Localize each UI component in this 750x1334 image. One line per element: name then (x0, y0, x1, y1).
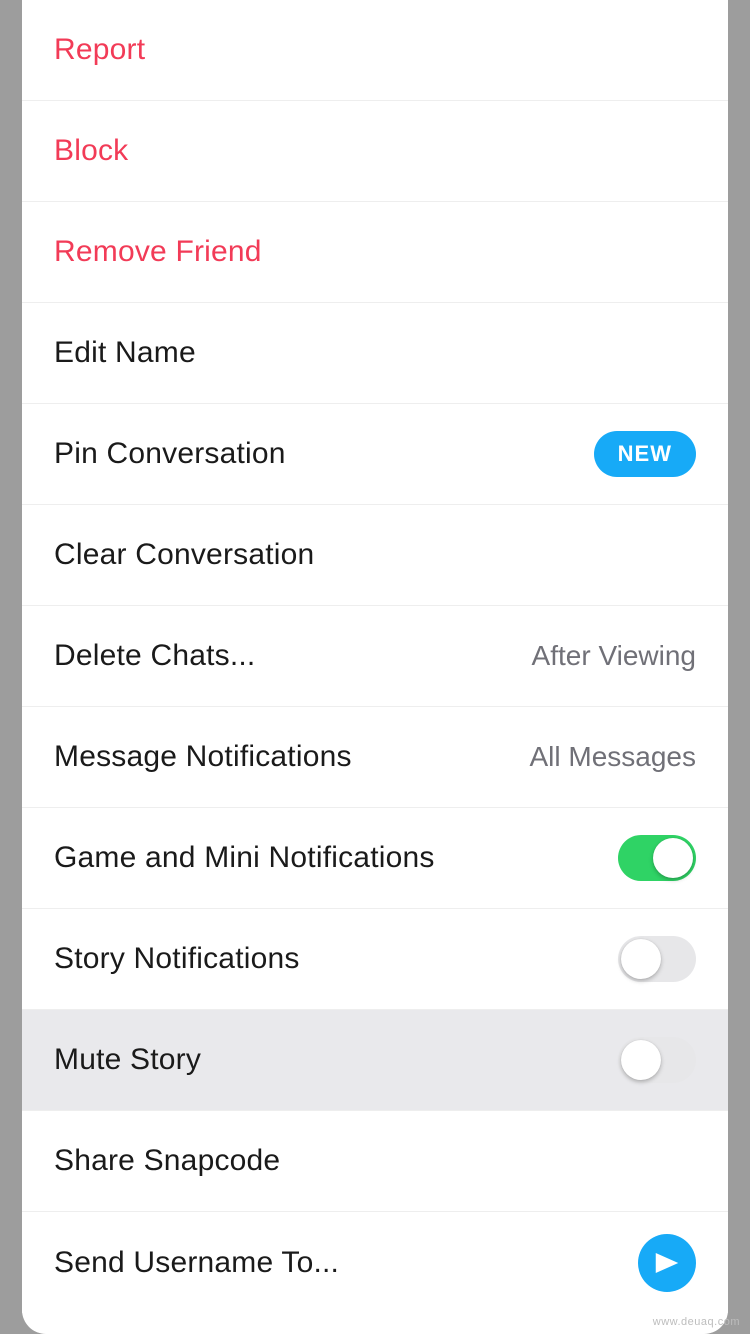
menu-label: Send Username To... (54, 1246, 339, 1280)
toggle-knob (653, 838, 693, 878)
menu-label: Delete Chats... (54, 639, 255, 673)
send-button[interactable] (638, 1234, 696, 1292)
menu-item-remove-friend[interactable]: Remove Friend (22, 202, 728, 303)
menu-value: After Viewing (532, 640, 696, 672)
toggle-knob (621, 1040, 661, 1080)
menu-label: Pin Conversation (54, 437, 286, 471)
menu-label: Game and Mini Notifications (54, 841, 435, 875)
toggle-story-notifications[interactable] (618, 936, 696, 982)
menu-label: Edit Name (54, 336, 196, 370)
menu-item-edit-name[interactable]: Edit Name (22, 303, 728, 404)
send-icon (652, 1248, 682, 1278)
menu-item-story-notifications: Story Notifications (22, 909, 728, 1010)
action-sheet: Report Block Remove Friend Edit Name Pin… (22, 0, 728, 1334)
menu-item-send-username[interactable]: Send Username To... (22, 1212, 728, 1313)
menu-label: Share Snapcode (54, 1144, 280, 1178)
toggle-mute-story[interactable] (618, 1037, 696, 1083)
menu-item-game-mini-notifications: Game and Mini Notifications (22, 808, 728, 909)
menu-value: All Messages (529, 741, 696, 773)
menu-item-pin-conversation[interactable]: Pin Conversation NEW (22, 404, 728, 505)
toggle-game-mini-notifications[interactable] (618, 835, 696, 881)
menu-label: Block (54, 134, 128, 168)
menu-item-block[interactable]: Block (22, 101, 728, 202)
menu-label: Mute Story (54, 1043, 201, 1077)
menu-item-share-snapcode[interactable]: Share Snapcode (22, 1111, 728, 1212)
menu-item-message-notifications[interactable]: Message Notifications All Messages (22, 707, 728, 808)
menu-label: Remove Friend (54, 235, 262, 269)
menu-item-clear-conversation[interactable]: Clear Conversation (22, 505, 728, 606)
menu-item-delete-chats[interactable]: Delete Chats... After Viewing (22, 606, 728, 707)
toggle-knob (621, 939, 661, 979)
menu-item-report[interactable]: Report (22, 0, 728, 101)
menu-item-mute-story: Mute Story (22, 1010, 728, 1111)
menu-label: Report (54, 33, 145, 67)
menu-label: Clear Conversation (54, 538, 314, 572)
menu-label: Message Notifications (54, 740, 352, 774)
new-badge: NEW (594, 431, 696, 477)
menu-label: Story Notifications (54, 942, 300, 976)
watermark: www.deuaq.com (653, 1316, 740, 1328)
